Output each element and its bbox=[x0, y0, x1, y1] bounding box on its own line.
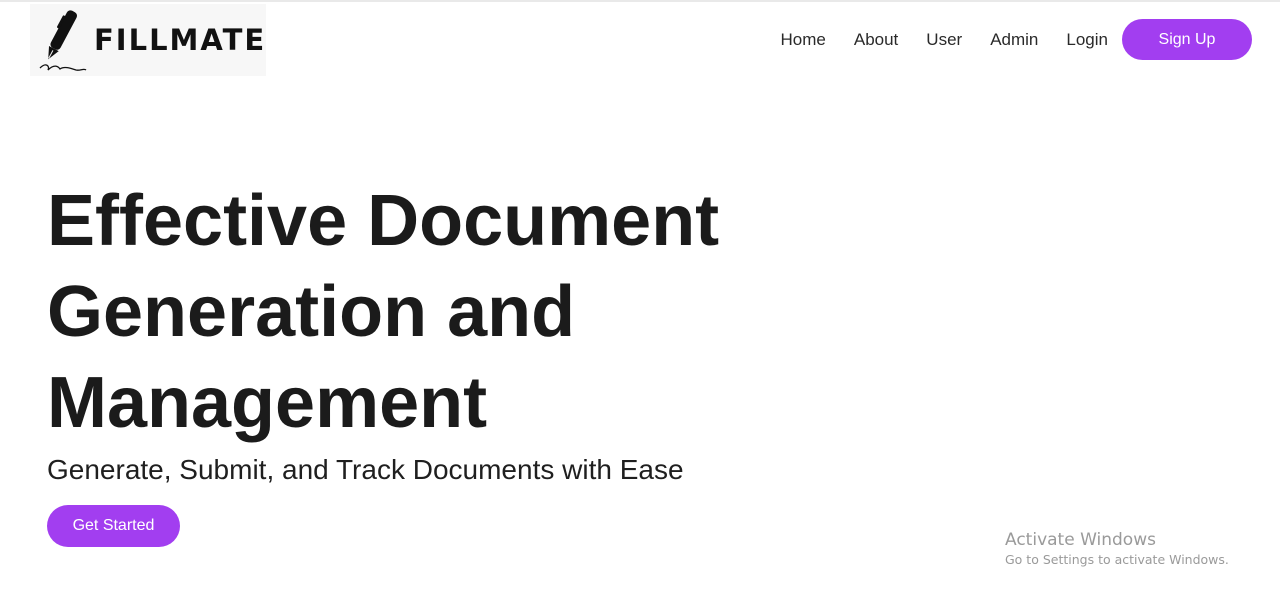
brand-logo[interactable]: FILLMATE bbox=[30, 4, 266, 76]
page: FILLMATE Home About User Admin Login Sig… bbox=[0, 0, 1280, 593]
main-nav: Home About User Admin Login Sign Up bbox=[781, 19, 1252, 60]
sign-up-button[interactable]: Sign Up bbox=[1122, 19, 1252, 60]
watermark-subtitle: Go to Settings to activate Windows. bbox=[1005, 552, 1229, 567]
hero-title: Effective Document Generation and Manage… bbox=[47, 176, 719, 449]
hero-title-line: Management bbox=[47, 363, 488, 443]
hero-title-line: Generation and bbox=[47, 272, 576, 352]
watermark-title: Activate Windows bbox=[1005, 530, 1156, 550]
pen-icon bbox=[39, 10, 87, 71]
hero-title-line: Effective Document bbox=[47, 181, 720, 261]
windows-activation-watermark: Activate Windows Go to Settings to activ… bbox=[1005, 529, 1229, 569]
hero-subtitle: Generate, Submit, and Track Documents wi… bbox=[47, 454, 684, 485]
nav-home[interactable]: Home bbox=[781, 30, 826, 50]
nav-admin[interactable]: Admin bbox=[990, 30, 1038, 50]
nav-login[interactable]: Login bbox=[1066, 30, 1108, 50]
top-divider bbox=[0, 0, 1280, 2]
nav-user[interactable]: User bbox=[926, 30, 962, 50]
nav-about[interactable]: About bbox=[854, 30, 898, 50]
get-started-button[interactable]: Get Started bbox=[47, 505, 180, 547]
brand-name: FILLMATE bbox=[94, 23, 267, 57]
